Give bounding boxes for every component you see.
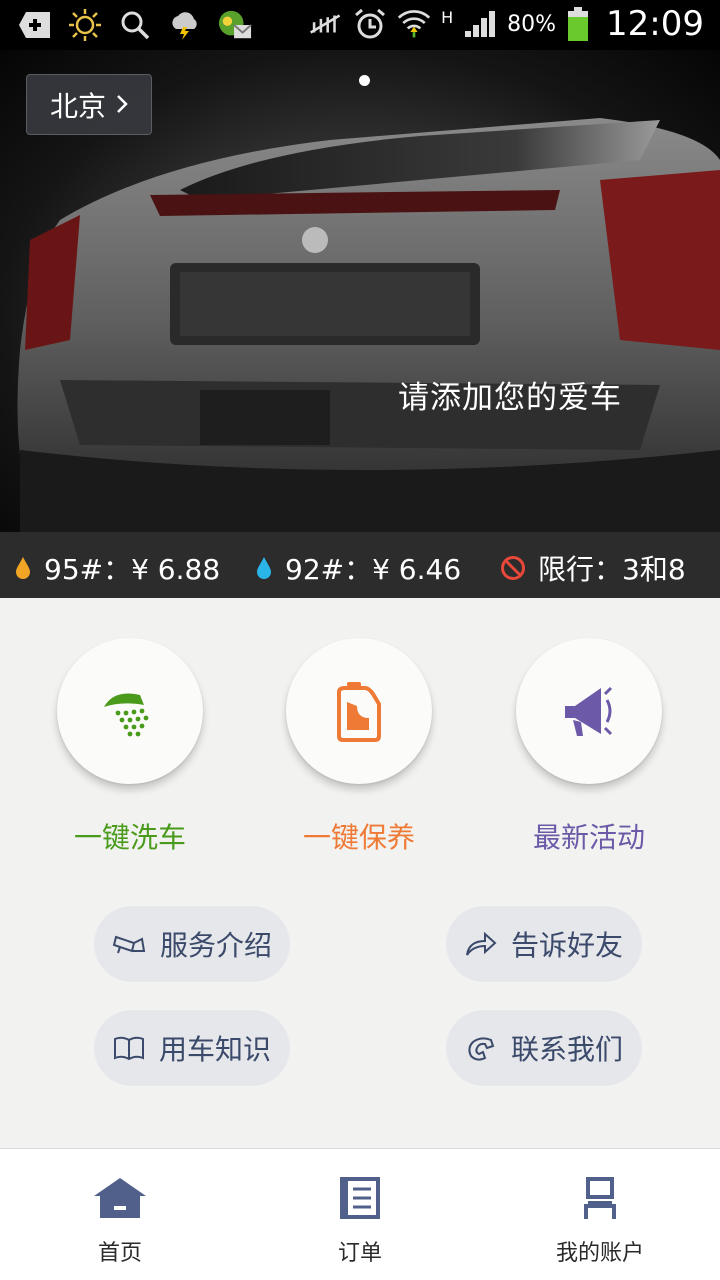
events-label[interactable]: 最新活动 [489, 816, 689, 856]
orders-list-icon [339, 1175, 381, 1221]
signal-strength-icon [463, 7, 497, 41]
prohibited-icon [501, 556, 525, 580]
traffic-restriction: 限行：3和8 [500, 548, 686, 588]
hero-banner[interactable]: 北京 请添加您的爱车 [0, 50, 720, 532]
shower-icon [104, 693, 149, 737]
tell-friends-button[interactable]: 告诉好友 [446, 906, 642, 982]
water-drop-icon [257, 557, 271, 579]
battery-percentage: 80% [507, 11, 557, 37]
camera-icon [112, 935, 146, 954]
maintenance-label[interactable]: 一键保养 [259, 816, 459, 856]
events-button[interactable] [516, 638, 662, 784]
weather-sun-icon [68, 8, 102, 42]
megaphone-icon [565, 686, 613, 736]
oil-can-icon [337, 682, 381, 742]
contact-us-button[interactable]: 联系我们 [446, 1010, 642, 1086]
oil-drop-icon [16, 557, 30, 579]
share-icon [465, 931, 497, 956]
weather-storm-icon [168, 8, 202, 42]
user-account-icon [580, 1175, 620, 1221]
search-icon [118, 8, 152, 42]
home-icon [92, 1175, 148, 1221]
car-knowledge-button[interactable]: 用车知识 [94, 1010, 290, 1086]
city-selector-button[interactable]: 北京 [26, 74, 152, 135]
fuel-92-price: 92#：¥ 6.46 [255, 548, 461, 588]
fuel-info-bar: 95#：¥ 6.88 92#：¥ 6.46 限行：3和8 [0, 532, 720, 598]
carousel-indicator[interactable] [359, 75, 370, 86]
bottom-navigation: 首页 订单 我的账户 [0, 1148, 720, 1280]
nav-account[interactable]: 我的账户 [480, 1149, 720, 1280]
status-bar: H 80% 12:09 [0, 0, 720, 50]
alarm-icon [353, 7, 387, 41]
add-car-prompt[interactable]: 请添加您的爱车 [398, 372, 622, 417]
nav-home[interactable]: 首页 [0, 1149, 240, 1280]
no-signal-icon [309, 7, 343, 41]
add-notification-icon [18, 8, 52, 42]
nav-orders-label: 订单 [337, 1241, 382, 1266]
clock: 12:09 [606, 4, 704, 44]
nav-orders[interactable]: 订单 [240, 1149, 480, 1280]
maintenance-button[interactable] [286, 638, 432, 784]
book-icon [113, 1036, 144, 1061]
chevron-right-icon [116, 88, 128, 121]
car-wash-button[interactable] [57, 638, 203, 784]
car-wash-label[interactable]: 一键洗车 [30, 816, 230, 856]
fuel-95-price: 95#：¥ 6.88 [14, 548, 220, 588]
nav-home-label: 首页 [97, 1241, 142, 1266]
network-type: H [441, 8, 454, 27]
service-intro-button[interactable]: 服务介绍 [94, 906, 290, 982]
nav-account-label: 我的账户 [555, 1241, 644, 1266]
battery-icon [566, 7, 590, 41]
wifi-icon [397, 7, 431, 41]
phone-icon [468, 1037, 495, 1061]
message-app-icon [218, 8, 252, 42]
city-label: 北京 [49, 89, 106, 123]
